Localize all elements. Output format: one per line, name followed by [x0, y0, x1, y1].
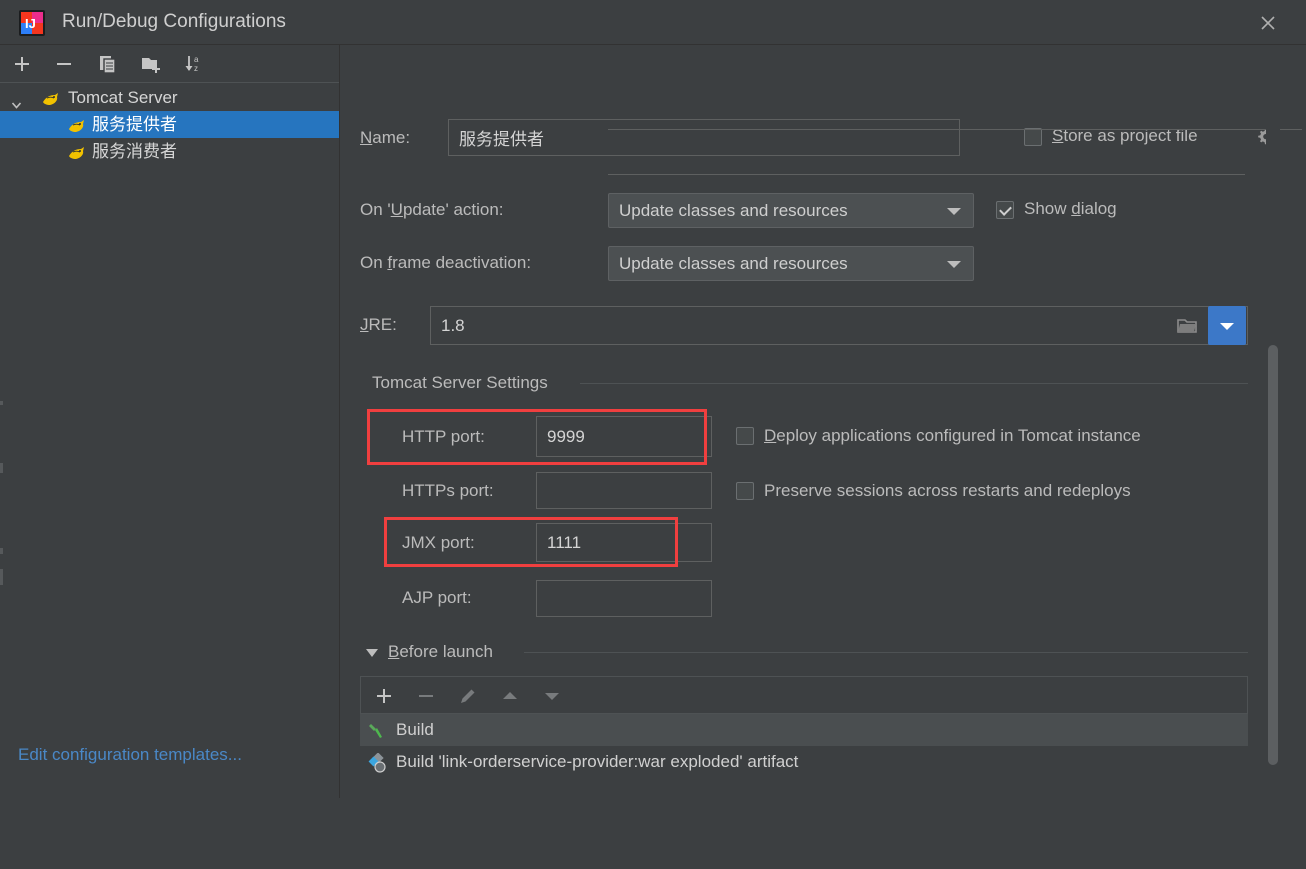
before-launch-toolbar — [360, 676, 1248, 714]
tree-node-label: 服务消费者 — [92, 142, 177, 161]
window-title: Run/Debug Configurations — [62, 11, 286, 32]
show-dialog-checkbox[interactable] — [996, 201, 1014, 219]
configurations-tree: Tomcat Server 服务提供者 服务消费者 — [0, 84, 339, 165]
http-port-label: HTTP port: — [402, 427, 485, 446]
scroll-edge-artifact — [0, 401, 3, 405]
svg-text:a: a — [194, 55, 199, 64]
sort-alphabetically-button[interactable]: a z — [182, 53, 206, 75]
http-port-value: 9999 — [547, 426, 585, 446]
on-update-action-label: On 'Update' action: — [360, 200, 504, 219]
scroll-edge-artifact — [0, 548, 3, 554]
preserve-sessions-checkbox[interactable] — [736, 482, 754, 500]
copy-configuration-button[interactable] — [96, 53, 120, 75]
before-launch-separator-line — [524, 652, 1248, 653]
title-bar: IJ Run/Debug Configurations — [0, 0, 1306, 45]
scroll-edge-artifact — [0, 569, 3, 585]
name-label: Name: — [360, 128, 411, 147]
http-port-input[interactable]: 9999 — [536, 416, 712, 457]
svg-text:IJ: IJ — [25, 16, 36, 31]
svg-text:z: z — [194, 64, 198, 73]
edit-configuration-templates-link[interactable]: Edit configuration templates... — [18, 745, 242, 765]
on-update-action-value: Update classes and resources — [619, 200, 848, 220]
jre-label: JRE: — [360, 315, 397, 334]
tomcat-icon — [68, 143, 86, 160]
configurations-sidebar: a z Tomcat Server 服务提供者 服务消费者 Edit confi… — [0, 45, 339, 798]
scrolled-field-bottom-edge — [608, 174, 1245, 175]
group-separator-line — [580, 383, 1248, 384]
add-configuration-button[interactable] — [10, 53, 34, 75]
chevron-down-icon[interactable] — [10, 92, 23, 109]
tree-node-service-consumer[interactable]: 服务消费者 — [0, 138, 339, 165]
deploy-applications-label[interactable]: Deploy applications configured in Tomcat… — [764, 426, 1141, 446]
folder-icon[interactable] — [1176, 316, 1198, 341]
add-task-button[interactable] — [373, 685, 395, 712]
https-port-input[interactable] — [536, 472, 712, 509]
chevron-down-icon — [947, 260, 961, 268]
ajp-port-label: AJP port: — [402, 588, 472, 607]
jmx-port-label: JMX port: — [402, 533, 475, 552]
tomcat-server-settings-title: Tomcat Server Settings — [372, 373, 548, 392]
list-item-label: Build — [396, 720, 434, 739]
on-frame-deactivation-select[interactable]: Update classes and resources — [608, 246, 974, 281]
ajp-port-input[interactable] — [536, 580, 712, 617]
build-hammer-icon — [368, 720, 388, 740]
before-launch-collapse-toggle[interactable] — [366, 649, 378, 657]
move-up-button[interactable] — [499, 685, 521, 712]
on-update-action-select[interactable]: Update classes and resources — [608, 193, 974, 228]
scroll-edge-artifact — [0, 463, 3, 473]
remove-task-button[interactable] — [415, 685, 437, 712]
main-panel-scrollbar-thumb[interactable] — [1268, 345, 1278, 765]
artifact-icon — [368, 752, 388, 773]
jre-input[interactable]: 1.8 — [430, 306, 1248, 345]
https-port-label: HTTPs port: — [402, 481, 494, 500]
preserve-sessions-label[interactable]: Preserve sessions across restarts and re… — [764, 481, 1131, 501]
before-launch-title: Before launch — [388, 642, 493, 661]
on-frame-deactivation-label: On frame deactivation: — [360, 253, 532, 272]
name-input-value: 服务提供者 — [459, 130, 544, 149]
list-item-label: Build 'link-orderservice-provider:war ex… — [396, 752, 799, 771]
deploy-applications-checkbox[interactable] — [736, 427, 754, 445]
tree-node-label: Tomcat Server — [68, 88, 178, 107]
close-icon[interactable] — [1248, 8, 1288, 36]
intellij-idea-icon: IJ — [18, 9, 46, 37]
show-dialog-label[interactable]: Show dialog — [1024, 199, 1117, 219]
configuration-form: Name: 服务提供者 Store as project file On 'Up… — [340, 45, 1306, 798]
tree-node-tomcat-server[interactable]: Tomcat Server — [0, 84, 339, 111]
before-launch-task-list: Build Build 'link-orderservice-provider:… — [360, 714, 1248, 798]
jre-input-value: 1.8 — [441, 315, 465, 335]
run-debug-configurations-dialog: IJ Run/Debug Configurations a z Tomcat S… — [0, 0, 1306, 869]
list-item[interactable]: Build — [360, 714, 1248, 746]
edit-task-button[interactable] — [457, 685, 479, 712]
tree-node-label: 服务提供者 — [92, 115, 177, 134]
tomcat-icon — [42, 89, 60, 106]
tree-node-service-provider[interactable]: 服务提供者 — [0, 111, 339, 138]
tomcat-icon — [68, 116, 86, 133]
jre-dropdown-button[interactable] — [1208, 306, 1246, 345]
jmx-port-value: 1111 — [547, 532, 582, 552]
store-as-project-file-checkbox[interactable] — [1024, 128, 1042, 146]
scrolled-field-top-edge — [608, 129, 1302, 130]
jmx-port-input[interactable]: 1111 — [536, 523, 712, 562]
sidebar-toolbar-divider — [0, 82, 339, 83]
on-frame-deactivation-value: Update classes and resources — [619, 253, 848, 273]
remove-configuration-button[interactable] — [52, 53, 76, 75]
list-item[interactable]: Build 'link-orderservice-provider:war ex… — [360, 746, 1248, 778]
move-down-button[interactable] — [541, 685, 563, 712]
name-input[interactable]: 服务提供者 — [448, 119, 960, 156]
new-folder-button[interactable] — [139, 53, 163, 75]
chevron-down-icon — [947, 207, 961, 215]
sidebar-toolbar: a z — [0, 45, 339, 82]
dialog-footer: ? OK Cancel Apply — [0, 798, 1306, 869]
